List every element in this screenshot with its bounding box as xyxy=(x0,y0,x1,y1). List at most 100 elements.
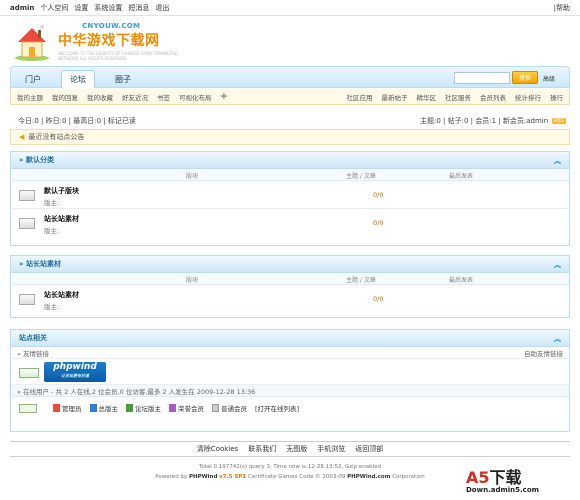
subnav-my-replies[interactable]: 我的回复 xyxy=(52,92,78,102)
footer-certificate: Certificate Games Code © 2003-09 xyxy=(247,474,346,480)
watermark-xz: 下载 xyxy=(489,468,522,487)
subnav-member-list[interactable]: 会员列表 xyxy=(480,92,506,102)
collapse-icon[interactable]: ︽ xyxy=(554,156,561,166)
subnav-visual-layout[interactable]: 可视化布局 xyxy=(179,92,212,102)
admin-icon xyxy=(53,404,60,412)
footer-phpwind-com[interactable]: PHPWind.com xyxy=(347,474,390,480)
footer-links: 清除Cookies 联系我们 无图版 手机浏览 返回顶部 xyxy=(10,441,570,457)
open-online-list-link[interactable]: [打开在线列表] xyxy=(255,403,299,413)
subnav-conduct[interactable]: 操行 xyxy=(550,92,563,102)
legend-honor: 荣誉会员 xyxy=(169,403,204,413)
subnav-statistics[interactable]: 统计排行 xyxy=(515,92,541,102)
plugin-icon[interactable]: ✚ xyxy=(221,92,228,101)
logo-domain: CNYOUW.COM xyxy=(82,22,141,30)
column-header: 版块 主题 / 文章 最后发表 xyxy=(11,273,569,285)
footer-back-top[interactable]: 返回顶部 xyxy=(355,444,383,454)
friend-links-row: » 友情链接 自助友情链接 xyxy=(11,347,569,359)
tab-portal[interactable]: 门户 xyxy=(17,70,49,88)
forum-status-icon xyxy=(19,190,35,201)
announcement-text: 最近没有站点公告 xyxy=(28,133,85,141)
advanced-search-link[interactable]: 高级 xyxy=(543,74,555,83)
footer-contact[interactable]: 联系我们 xyxy=(248,444,276,454)
watermark: A5下载 Down.admin5.com xyxy=(466,464,576,498)
supermod-icon xyxy=(89,404,97,412)
logo-title: 中华游戏下载网 xyxy=(58,33,160,49)
sub-nav: 我的主题 我的回复 我的收藏 好友近况 书签 可视化布局 ✚ 社区应用 最新帖子… xyxy=(10,89,570,105)
auto-link-link[interactable]: 自助友情链接 xyxy=(524,348,563,358)
forum-name[interactable]: 站长站素材 xyxy=(44,214,79,224)
forum-moderator: 版主: xyxy=(44,227,60,235)
site-info-section: 站点相关 ︽ » 友情链接 自助友情链接 phpwind 让论坛更有价值 » 在… xyxy=(10,329,570,432)
legend-supermod-label: 总版主 xyxy=(98,405,119,413)
search-input[interactable] xyxy=(454,72,510,84)
site-stats-text: 主题:0 | 帖子:0 | 会员:1 | 新会员:admin xyxy=(420,117,549,125)
watermark-logo: A5下载 xyxy=(466,464,576,488)
subnav-my-topics[interactable]: 我的主题 xyxy=(17,92,43,102)
site-logo[interactable]: CNYOUW.COM 中华游戏下载网 WELCOME TO THE WEBSIT… xyxy=(14,20,178,65)
subnav-community-apps[interactable]: 社区应用 xyxy=(347,92,373,102)
forum-name[interactable]: 站长站素材 xyxy=(44,290,79,300)
forum-count: 0/0 xyxy=(373,295,384,303)
footer-text-version[interactable]: 无图版 xyxy=(286,444,307,454)
legend-admin-label: 管理员 xyxy=(62,405,82,413)
collapse-icon[interactable]: ︽ xyxy=(554,334,561,344)
link-system-settings[interactable]: 系统设置 xyxy=(94,3,122,13)
rss-icon[interactable]: RSS xyxy=(552,118,566,124)
subnav-bookmarks[interactable]: 书签 xyxy=(157,92,170,102)
site-stats: 主题:0 | 帖子:0 | 会员:1 | 新会员:admin RSS xyxy=(420,116,566,126)
house-logo-icon xyxy=(15,25,49,61)
collapse-icon[interactable]: ︽ xyxy=(554,260,561,270)
legend-member-label: 普通会员 xyxy=(221,405,247,413)
column-header: 版块 主题 / 文章 最后发表 xyxy=(11,169,569,181)
col-topics: 主题 / 文章 xyxy=(346,277,376,284)
mod-icon xyxy=(126,404,133,412)
footer-powered: Powered by xyxy=(155,474,188,480)
legend-mod-label: 论坛版主 xyxy=(135,405,161,413)
footer-corporation: Corporation xyxy=(392,474,425,480)
subnav-friend-updates[interactable]: 好友近况 xyxy=(122,92,148,102)
tab-circle[interactable]: 圈子 xyxy=(107,70,139,88)
forum-row: 站长站素材 版主: 0/0 xyxy=(11,285,569,313)
site-title: 站点相关 xyxy=(19,334,47,342)
forum-status-icon xyxy=(19,218,35,229)
announcement-icon: ◀ xyxy=(19,133,25,141)
link-logo-icon[interactable] xyxy=(19,368,39,378)
site-header: 站点相关 ︽ xyxy=(11,330,569,347)
forum-category-default: » 默认分类 ︽ 版块 主题 / 文章 最后发表 默认子版块 版主: 0/0 站… xyxy=(10,151,570,246)
subnav-latest-posts[interactable]: 最新帖子 xyxy=(382,92,408,102)
link-logout[interactable]: 退出 xyxy=(155,3,169,13)
legend-supermod: 总版主 xyxy=(89,403,119,413)
username-link[interactable]: admin xyxy=(10,4,34,12)
phpwind-logo[interactable]: phpwind 让论坛更有价值 xyxy=(44,362,106,382)
forum-count: 0/0 xyxy=(373,219,384,227)
announcement-bar: ◀ 最近没有站点公告 xyxy=(10,129,570,145)
forum-row: 站长站素材 版主: 0/0 xyxy=(11,209,569,237)
forum-row: 默认子版块 版主: 0/0 xyxy=(11,181,569,209)
subnav-community-services[interactable]: 社区服务 xyxy=(445,92,471,102)
friend-links-label: » 友情链接 xyxy=(17,349,50,358)
col-board: 版块 xyxy=(186,173,199,180)
tab-forum[interactable]: 论坛 xyxy=(61,70,95,88)
phpwind-logo-sub: 让论坛更有价值 xyxy=(61,373,89,378)
watermark-domain: Down.admin5.com xyxy=(466,486,539,494)
link-messages[interactable]: 短消息 xyxy=(128,3,149,13)
honor-icon xyxy=(169,404,176,412)
online-icon xyxy=(19,403,37,413)
member-legend: 管理员 总版主 论坛版主 荣誉会员 普通会员 [打开在线列表] xyxy=(11,397,569,419)
legend-admin: 管理员 xyxy=(53,403,82,413)
category-title[interactable]: » 站长站素材 xyxy=(19,259,61,269)
subnav-digest[interactable]: 精华区 xyxy=(417,92,437,102)
footer-clear-cookies[interactable]: 清除Cookies xyxy=(197,444,238,454)
forum-name[interactable]: 默认子版块 xyxy=(44,186,79,196)
subnav-my-favorites[interactable]: 我的收藏 xyxy=(87,92,113,102)
friend-links-box: phpwind 让论坛更有价值 xyxy=(11,359,569,385)
logo-tagline: WELCOME TO THE WEBSITE OF CHINESE GAME D… xyxy=(58,51,178,61)
category-title[interactable]: » 默认分类 xyxy=(19,155,54,165)
footer-mobile[interactable]: 手机浏览 xyxy=(317,444,345,454)
search-button[interactable]: 搜索 xyxy=(512,71,538,84)
link-space[interactable]: 个人空间 xyxy=(40,3,68,13)
top-bar: admin 个人空间 设置 系统设置 短消息 退出 |帮助 xyxy=(0,0,580,16)
help-link[interactable]: |帮助 xyxy=(554,3,570,13)
link-settings[interactable]: 设置 xyxy=(74,3,88,13)
footer-phpwind[interactable]: PHPWind xyxy=(189,474,217,480)
